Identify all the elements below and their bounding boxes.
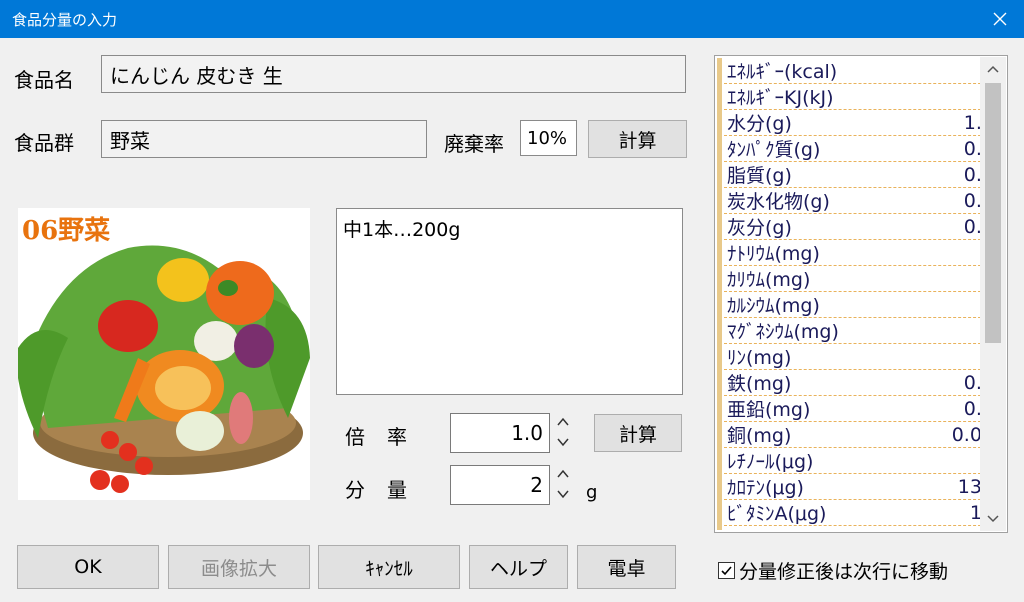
close-icon <box>993 12 1007 26</box>
nutrient-row[interactable]: 亜鉛(mg) 0.0 <box>724 396 996 422</box>
nutrient-row[interactable]: ﾘﾝ(mg)1 <box>724 344 996 370</box>
nutrient-name: ﾘﾝ(mg) <box>727 347 792 369</box>
nutrient-rows: ｴﾈﾙｷﾞｰ(kcal)1ｴﾈﾙｷﾞｰKJ(kJ)3水分(g)1.8ﾀﾝﾊﾟｸ質… <box>724 58 996 526</box>
nutrient-row[interactable]: 灰分(g) 0.0 <box>724 214 996 240</box>
nutrient-name: ｴﾈﾙｷﾞｰ(kcal) <box>727 61 838 83</box>
nutrient-name: ｶﾘｳﾑ(mg) <box>727 269 811 291</box>
nutrient-row[interactable]: ｴﾈﾙｷﾞｰ(kcal)1 <box>724 58 996 84</box>
waste-rate-field[interactable]: 10% <box>520 120 577 156</box>
nutrient-row[interactable]: 水分(g) 1.8 <box>724 110 996 136</box>
nutrient-row[interactable]: 炭水化物(g) 0.2 <box>724 188 996 214</box>
ok-button[interactable]: OK <box>17 545 159 589</box>
ratio-calc-button[interactable]: 計算 <box>594 414 682 452</box>
nutrient-name: 脂質(g) <box>727 165 792 187</box>
ratio-input[interactable]: 1.0 <box>450 413 550 453</box>
nutrient-name: 鉄(mg) <box>727 373 792 395</box>
nutrient-name: ｴﾈﾙｷﾞｰKJ(kJ) <box>727 87 834 109</box>
waste-rate-label: 廃棄率 <box>444 132 504 156</box>
window-title: 食品分量の入力 <box>12 11 118 29</box>
nutrient-row[interactable]: 脂質(g) 0.0 <box>724 162 996 188</box>
nutrient-row[interactable]: ﾚﾁﾉｰﾙ(μg)0 <box>724 448 996 474</box>
nutrient-name: 炭水化物(g) <box>727 191 830 213</box>
nutrient-row[interactable]: ｶﾘｳﾑ(mg)5 <box>724 266 996 292</box>
portion-note-text: 中1本…200g <box>343 219 461 241</box>
nutrient-name: ｶﾙｼｳﾑ(mg) <box>727 295 820 317</box>
vegetable-basket-image <box>18 245 310 493</box>
nutrient-list-accent <box>717 58 722 530</box>
nutrient-row[interactable]: ﾅﾄﾘｳﾑ(mg)1 <box>724 240 996 266</box>
food-group-photo: 06野菜 <box>18 208 310 500</box>
nutrient-name: 灰分(g) <box>727 217 792 239</box>
nutrient-name: ｶﾛﾃﾝ(μg) <box>727 477 804 499</box>
nutrient-name: 銅(mg) <box>727 425 792 447</box>
food-group-field[interactable]: 野菜 <box>101 120 427 158</box>
photo-caption: 06野菜 <box>22 216 111 246</box>
food-name-field[interactable]: にんじん 皮むき 生 <box>101 55 686 93</box>
nutrient-list[interactable]: ｴﾈﾙｷﾞｰ(kcal)1ｴﾈﾙｷﾞｰKJ(kJ)3水分(g)1.8ﾀﾝﾊﾟｸ質… <box>714 55 1008 533</box>
amount-unit: g <box>586 482 598 503</box>
waste-calc-button[interactable]: 計算 <box>588 120 687 158</box>
cancel-button[interactable]: ｷｬﾝｾﾙ <box>318 545 460 589</box>
help-button[interactable]: ヘルプ <box>469 545 568 589</box>
move-next-label: 分量修正後は次行に移動 <box>739 561 949 583</box>
checkmark-icon <box>721 566 732 576</box>
nutrient-row[interactable]: 銅(mg) 0.00 <box>724 422 996 448</box>
move-next-option[interactable]: 分量修正後は次行に移動 <box>718 557 948 584</box>
spin-arrows-icon <box>557 469 569 499</box>
nutrient-name: 水分(g) <box>727 113 792 135</box>
nutrient-row[interactable]: ﾀﾝﾊﾟｸ質(g) 0.0 <box>724 136 996 162</box>
amount-label: 分 量 <box>345 478 408 502</box>
food-group-label: 食品群 <box>14 131 74 155</box>
nutrient-row[interactable]: 鉄(mg) 0.0 <box>724 370 996 396</box>
ratio-label: 倍 率 <box>345 425 408 449</box>
nutrient-row[interactable]: ﾏｸﾞﾈｼｳﾑ(mg)0 <box>724 318 996 344</box>
nutrient-scrollbar[interactable] <box>980 57 1006 531</box>
nutrient-name: ﾋﾞﾀﾐﾝA(μg) <box>727 503 827 525</box>
chevron-down-icon <box>987 515 999 523</box>
move-next-checkbox[interactable] <box>718 562 735 579</box>
amount-input[interactable]: 2 <box>450 465 550 505</box>
nutrient-row[interactable]: ｶﾙｼｳﾑ(mg)1 <box>724 292 996 318</box>
chevron-up-icon <box>987 65 999 73</box>
close-button[interactable] <box>976 0 1024 38</box>
amount-spinner[interactable] <box>555 465 571 503</box>
nutrient-row[interactable]: ｶﾛﾃﾝ(μg) 134 <box>724 474 996 500</box>
nutrient-row[interactable]: ﾋﾞﾀﾐﾝA(μg)14 <box>724 500 996 526</box>
food-name-label: 食品名 <box>14 68 74 92</box>
nutrient-name: ﾅﾄﾘｳﾑ(mg) <box>727 243 820 265</box>
portion-note-box[interactable]: 中1本…200g <box>336 208 683 395</box>
zoom-image-button[interactable]: 画像拡大 <box>168 545 310 589</box>
ratio-spinner[interactable] <box>555 413 571 451</box>
nutrient-row[interactable]: ｴﾈﾙｷﾞｰKJ(kJ)3 <box>724 84 996 110</box>
calculator-button[interactable]: 電卓 <box>577 545 676 589</box>
title-bar: 食品分量の入力 <box>0 0 1024 38</box>
scroll-down-button[interactable] <box>980 507 1006 531</box>
nutrient-name: ﾚﾁﾉｰﾙ(μg) <box>727 451 814 473</box>
nutrient-name: 亜鉛(mg) <box>727 399 811 421</box>
spin-arrows-icon <box>557 417 569 447</box>
scroll-up-button[interactable] <box>980 57 1006 81</box>
scroll-thumb[interactable] <box>985 83 1001 343</box>
nutrient-name: ﾀﾝﾊﾟｸ質(g) <box>727 139 821 161</box>
nutrient-name: ﾏｸﾞﾈｼｳﾑ(mg) <box>727 321 839 343</box>
